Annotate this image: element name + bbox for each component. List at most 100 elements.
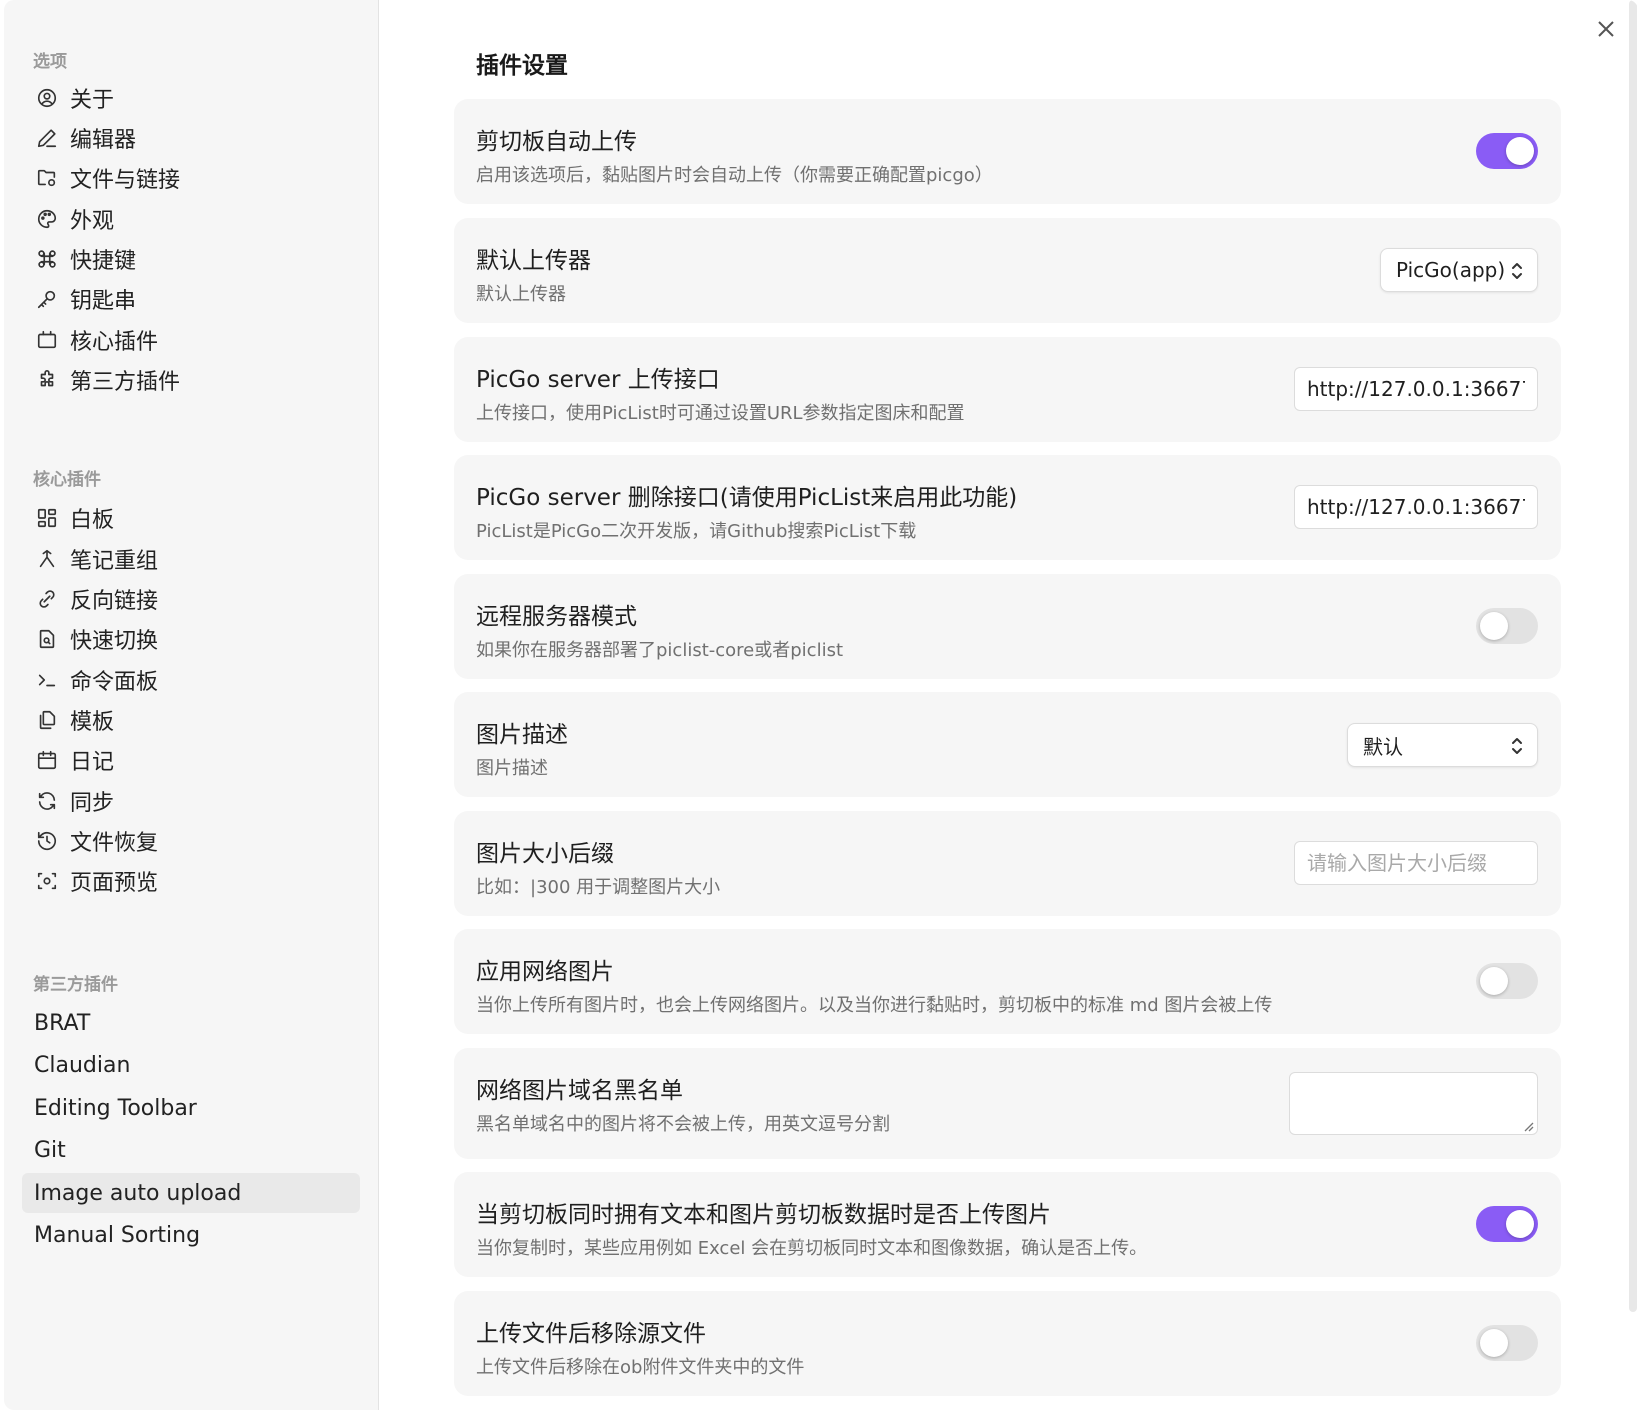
chevron-up-down-icon — [1509, 736, 1525, 756]
toggle-knob — [1506, 1210, 1534, 1238]
sidebar-item-label: 白板 — [70, 508, 115, 533]
sidebar-item-manual-sorting[interactable]: Manual Sorting — [22, 1215, 360, 1255]
remove-source-after-upload-toggle[interactable] — [1476, 1325, 1538, 1361]
delete-endpoint-input[interactable] — [1294, 485, 1538, 529]
remote-server-mode-toggle[interactable] — [1476, 608, 1538, 644]
close-icon — [1598, 21, 1614, 37]
sidebar-item-daily-notes[interactable]: 日记 — [22, 740, 360, 780]
sidebar-item-label: 钥匙串 — [70, 289, 137, 314]
content-scrollbar[interactable] — [1629, 0, 1637, 1312]
sidebar-item-appearance[interactable]: 外观 — [22, 199, 360, 239]
setting-name: 上传文件后移除源文件 — [476, 1321, 706, 1347]
close-button[interactable] — [1591, 14, 1621, 44]
sidebar-item-file-recovery[interactable]: 文件恢复 — [22, 821, 360, 861]
image-size-suffix-input[interactable] — [1294, 841, 1538, 885]
sidebar-group-options: 选项 — [33, 52, 67, 72]
settings-window: 选项 关于 编辑器 文件与链接 外观 快捷键 钥匙串 核心插件 第三方插件 核心… — [4, 0, 1638, 1410]
sidebar-item-core-plugins[interactable]: 核心插件 — [22, 320, 360, 360]
sidebar-item-hotkeys[interactable]: 快捷键 — [22, 239, 360, 279]
merge-arrow-icon — [34, 546, 60, 572]
sidebar-item-label: 第三方插件 — [70, 370, 181, 395]
palette-icon — [34, 206, 60, 232]
clipboard-auto-upload-toggle[interactable] — [1476, 133, 1538, 169]
command-icon — [34, 246, 60, 272]
settings-content: 插件设置 剪切板自动上传 启用该选项后，黏贴图片时会自动上传（你需要正确配置pi… — [380, 0, 1638, 1410]
setting-name: 默认上传器 — [476, 248, 591, 274]
setting-description: 比如：|300 用于调整图片大小 — [476, 877, 721, 898]
image-description-select[interactable]: 默认 — [1347, 723, 1538, 767]
sidebar-group-community: 第三方插件 — [33, 975, 118, 995]
calendar-icon — [34, 747, 60, 773]
sidebar-item-label: 文件与链接 — [70, 168, 181, 193]
sidebar-item-editing-toolbar[interactable]: Editing Toolbar — [22, 1088, 360, 1128]
sidebar-item-note-composer[interactable]: 笔记重组 — [22, 539, 360, 579]
default-uploader-select[interactable]: PicGo(app) — [1380, 248, 1538, 292]
sidebar-item-command-palette[interactable]: 命令面板 — [22, 660, 360, 700]
sidebar-item-community-plugins[interactable]: 第三方插件 — [22, 360, 360, 400]
sidebar-group-core: 核心插件 — [33, 470, 101, 490]
setting-default-uploader: 默认上传器 默认上传器 PicGo(app) — [454, 218, 1561, 323]
sidebar-item-label: Claudian — [34, 1052, 131, 1078]
resize-grip-icon[interactable] — [1522, 1120, 1534, 1132]
domain-blacklist-textarea[interactable] — [1289, 1072, 1538, 1135]
upload-mixed-clipboard-toggle[interactable] — [1476, 1206, 1538, 1242]
setting-name: 应用网络图片 — [476, 959, 614, 985]
sidebar-item-label: Editing Toolbar — [34, 1095, 197, 1121]
sidebar-item-editor[interactable]: 编辑器 — [22, 118, 360, 158]
setting-description: 如果你在服务器部署了piclist-core或者piclist — [476, 640, 844, 661]
sidebar-item-quick-switcher[interactable]: 快速切换 — [22, 619, 360, 659]
canvas-grid-icon — [34, 505, 60, 531]
sidebar-item-label: 快速切换 — [70, 629, 159, 654]
section-title: 插件设置 — [476, 53, 568, 79]
sidebar-item-label: 命令面板 — [70, 670, 159, 695]
toggle-knob — [1480, 1329, 1508, 1357]
calendar-box-icon — [34, 327, 60, 353]
setting-description: 当你上传所有图片时，也会上传网络图片。以及当你进行黏贴时，剪切板中的标准 md … — [476, 995, 1273, 1016]
setting-name: 网络图片域名黑名单 — [476, 1078, 683, 1104]
setting-description: 黑名单域名中的图片将不会被上传，用英文逗号分割 — [476, 1114, 890, 1135]
files-icon — [34, 707, 60, 733]
setting-upload-mixed-clipboard: 当剪切板同时拥有文本和图片剪切板数据时是否上传图片 当你复制时，某些应用例如 E… — [454, 1172, 1561, 1277]
setting-name: PicGo server 上传接口 — [476, 367, 720, 393]
sidebar-item-brat[interactable]: BRAT — [22, 1003, 360, 1043]
upload-endpoint-input[interactable] — [1294, 367, 1538, 411]
sidebar-item-sync[interactable]: 同步 — [22, 781, 360, 821]
sidebar-item-claudian[interactable]: Claudian — [22, 1045, 360, 1085]
setting-description: 上传接口，使用PicList时可通过设置URL参数指定图床和配置 — [476, 403, 965, 424]
sidebar-item-keychain[interactable]: 钥匙串 — [22, 279, 360, 319]
select-value: PicGo(app) — [1396, 258, 1506, 282]
setting-image-size-suffix: 图片大小后缀 比如：|300 用于调整图片大小 — [454, 811, 1561, 916]
sidebar-item-canvas[interactable]: 白板 — [22, 498, 360, 538]
setting-name: 剪切板自动上传 — [476, 129, 637, 155]
toggle-knob — [1506, 137, 1534, 165]
setting-name: 远程服务器模式 — [476, 604, 637, 630]
sidebar-item-about[interactable]: 关于 — [22, 78, 360, 118]
sidebar-item-page-preview[interactable]: 页面预览 — [22, 861, 360, 901]
setting-description: 当你复制时，某些应用例如 Excel 会在剪切板同时文本和图像数据，确认是否上传… — [476, 1238, 1148, 1259]
sidebar-item-label: 核心插件 — [70, 330, 159, 355]
setting-name: PicGo server 删除接口(请使用PicList来启用此功能) — [476, 485, 1018, 511]
sidebar-item-label: 反向链接 — [70, 589, 159, 614]
sidebar-item-label: Manual Sorting — [34, 1222, 201, 1248]
sidebar-item-templates[interactable]: 模板 — [22, 700, 360, 740]
setting-name: 图片描述 — [476, 722, 568, 748]
setting-name: 图片大小后缀 — [476, 841, 614, 867]
puzzle-icon — [34, 367, 60, 393]
setting-description: 默认上传器 — [476, 284, 566, 305]
setting-remote-server-mode: 远程服务器模式 如果你在服务器部署了piclist-core或者piclist — [454, 574, 1561, 679]
setting-description: 图片描述 — [476, 758, 548, 779]
sidebar-item-label: 同步 — [70, 791, 115, 816]
sidebar-item-backlinks[interactable]: 反向链接 — [22, 579, 360, 619]
sidebar-item-label: 笔记重组 — [70, 549, 159, 574]
sidebar-item-git[interactable]: Git — [22, 1130, 360, 1170]
setting-domain-blacklist: 网络图片域名黑名单 黑名单域名中的图片将不会被上传，用英文逗号分割 — [454, 1048, 1561, 1159]
sidebar-item-label: 外观 — [70, 209, 115, 234]
sidebar-item-files-links[interactable]: 文件与链接 — [22, 158, 360, 198]
sidebar-item-label: 文件恢复 — [70, 831, 159, 856]
folder-cog-icon — [34, 165, 60, 191]
user-circle-icon — [34, 85, 60, 111]
sidebar-item-image-auto-upload[interactable]: Image auto upload — [22, 1173, 360, 1213]
sidebar-item-label: 页面预览 — [70, 871, 159, 896]
terminal-icon — [34, 667, 60, 693]
apply-network-images-toggle[interactable] — [1476, 963, 1538, 999]
